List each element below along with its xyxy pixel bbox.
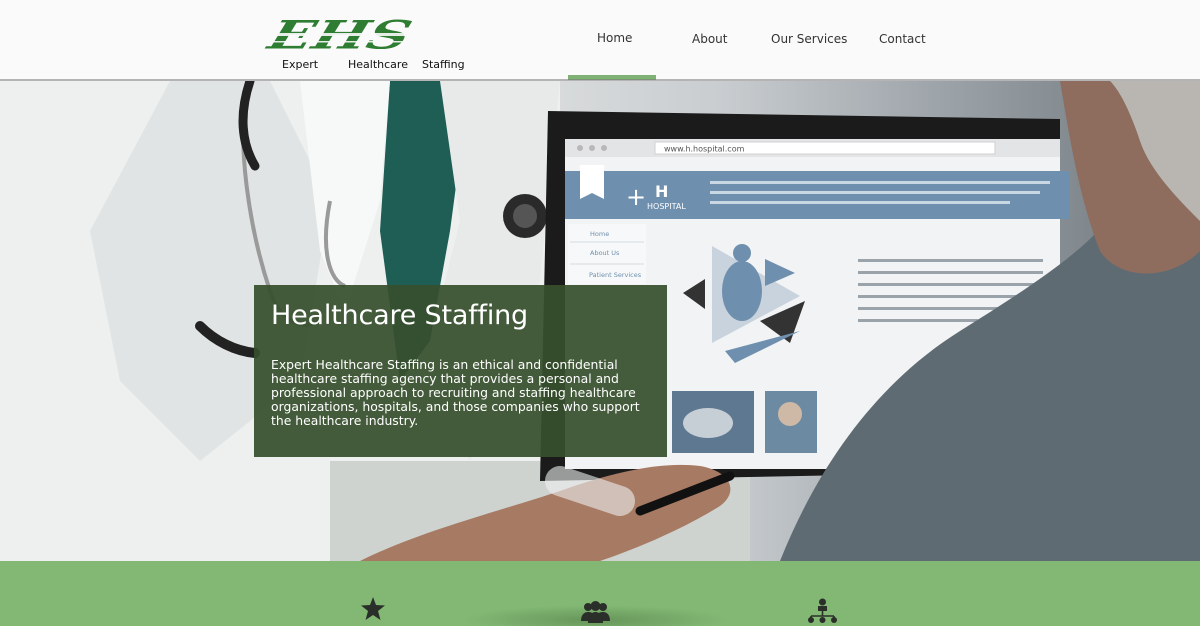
hero-title: Healthcare Staffing	[271, 300, 528, 331]
nav-about[interactable]: About	[692, 32, 727, 46]
hero-card: Healthcare Staffing Expert Healthcare St…	[254, 285, 667, 457]
site-header: EHS Expert Healthcare Staffing Home Abou…	[0, 0, 1200, 81]
ehs-logo-mark: EHS	[262, 16, 490, 58]
laptop-brand: HOSPITAL	[647, 202, 686, 211]
laptop-menu-about: About Us	[590, 249, 620, 257]
logo-letters: EHS	[262, 16, 418, 58]
ehs-logo[interactable]: EHS Expert Healthcare Staffing	[262, 16, 490, 74]
hero-banner: www.h.hospital.com + H HOSPITAL Home Abo…	[0, 81, 1200, 561]
nav-home[interactable]: Home	[597, 31, 632, 45]
svg-text:+: +	[626, 183, 646, 211]
laptop-menu-services: Patient Services	[589, 271, 642, 279]
group-icon	[581, 601, 610, 623]
laptop-url: www.h.hospital.com	[664, 145, 745, 154]
nav-contact[interactable]: Contact	[879, 32, 926, 46]
network-icon	[808, 598, 837, 623]
svg-text:H: H	[655, 182, 668, 201]
laptop-menu-home: Home	[590, 230, 609, 238]
hero-description: Expert Healthcare Staffing is an ethical…	[271, 357, 640, 428]
logo-word-expert: Expert	[282, 58, 319, 71]
features-band	[0, 561, 1200, 626]
star-icon	[361, 597, 385, 620]
nav-our-services[interactable]: Our Services	[771, 32, 847, 46]
logo-word-healthcare: Healthcare	[348, 58, 408, 71]
logo-word-staffing: Staffing	[422, 58, 465, 71]
